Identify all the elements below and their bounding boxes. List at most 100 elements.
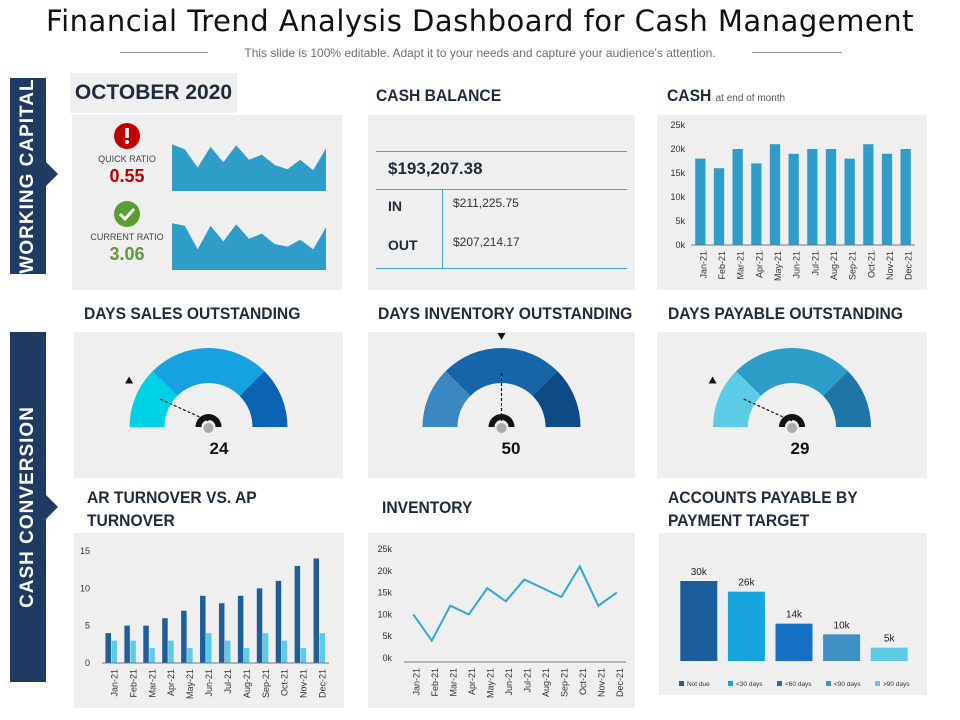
cash-bar <box>900 149 911 245</box>
working-capital-label: WORKING CAPITAL <box>17 78 38 274</box>
arap-ytick: 0 <box>85 658 90 668</box>
arap-bar <box>281 640 288 663</box>
cash-in-value: $211,225.75 <box>453 196 519 210</box>
ap-legend-swatch <box>728 681 733 686</box>
inv-xlabel: Mar-21 <box>448 668 458 697</box>
cash-xlabel: Jun-21 <box>792 251 802 279</box>
arap-bar <box>224 640 231 663</box>
arap-xlabel: Jan-21 <box>109 669 119 697</box>
ap-legend-label: <30 days <box>736 681 763 688</box>
working-capital-sidebar: WORKING CAPITAL <box>10 78 46 274</box>
inventory-title: INVENTORY <box>382 498 473 517</box>
subtitle-rule-right <box>752 52 842 53</box>
cash-chart-title: CASH <box>667 86 712 105</box>
inv-xlabel: Jun-21 <box>504 668 514 696</box>
ap-bar <box>775 623 813 661</box>
cash-chart-note: at end of month <box>715 93 786 104</box>
check-icon <box>114 201 140 227</box>
cash-in-label: IN <box>388 198 402 214</box>
quick-ratio-label: QUICK RATIO <box>98 154 156 164</box>
cash-xlabel: Sep-21 <box>848 251 858 280</box>
cash-xlabel: May-21 <box>773 251 783 281</box>
cash-conversion-label: CASH CONVERSION <box>17 406 38 608</box>
cash-ytick: 5k <box>675 216 685 226</box>
current-ratio-sparkline-area <box>172 223 326 270</box>
cash-balance-panel: $193,207.38 IN $211,225.75 OUT $207,214.… <box>368 115 635 290</box>
ap-bar-label: 26k <box>738 578 755 589</box>
working-capital-arrow <box>46 162 58 186</box>
arap-bar <box>181 610 187 663</box>
current-ratio-sparkline <box>172 223 326 270</box>
arap-ytick: 15 <box>80 546 90 556</box>
ar-ap-title: AR TURNOVER VS. AP TURNOVER <box>87 488 257 530</box>
ar-ap-bar-chart: 0 5 10 15 Jan-21 Feb-21 Mar-21 Apr-21 May-21 Jun-… <box>80 546 329 699</box>
alert-icon <box>114 123 140 149</box>
inv-ytick: 20k <box>377 566 392 576</box>
inv-xlabel: Aug-21 <box>541 668 551 697</box>
ratios-panel: QUICK RATIO 0.55 CURRENT RATIO 3.06 <box>72 115 342 290</box>
dio-value: 50 <box>501 439 521 458</box>
inv-xlabel: Jul-21 <box>522 668 532 693</box>
cash-xlabel: Oct-21 <box>866 251 876 278</box>
cash-xlabel: Mar-21 <box>736 251 746 280</box>
inv-xlabel: Dec-21 <box>615 668 625 697</box>
ap-bar <box>727 591 765 661</box>
gauge-pointer <box>497 333 506 340</box>
cash-balance-title: CASH BALANCE <box>376 86 502 105</box>
cash-ytick: 0k <box>675 240 685 250</box>
gauge-pointer <box>125 376 134 384</box>
period-label: OCTOBER 2020 <box>70 73 237 113</box>
arap-xlabel: Jul-21 <box>223 669 233 694</box>
ap-legend-swatch <box>826 681 831 686</box>
cash-bar <box>732 149 743 245</box>
cash-balance-rule-mid <box>376 189 627 190</box>
cash-balance-rule-bottom <box>376 268 627 269</box>
arap-xlabel: Jun-21 <box>204 669 214 697</box>
arap-bar <box>256 588 263 663</box>
cash-ytick: 10k <box>670 192 685 202</box>
arap-bar <box>275 580 282 663</box>
ap-legend-label: <90 days <box>834 681 861 688</box>
ap-target-panel: 30k 26k 14k 10k 5k Not due <30 days <60 days <90… <box>659 533 927 695</box>
cash-balance-rule-top <box>376 151 627 152</box>
inv-ytick: 10k <box>377 609 392 619</box>
arap-xlabel: Aug-21 <box>242 669 252 698</box>
ap-bar-label: 10k <box>834 620 851 631</box>
cash-out-label: OUT <box>388 237 418 253</box>
inv-xlabel: May-21 <box>485 668 495 698</box>
arap-xlabel: May-21 <box>185 669 195 699</box>
inv-xlabel: Feb-21 <box>430 668 440 697</box>
arap-bar <box>124 625 130 663</box>
ap-legend-label: Not due <box>687 681 710 688</box>
inv-ytick: 5k <box>382 631 392 641</box>
ap-bar-label: 14k <box>786 610 803 621</box>
ap-legend-label: >90 days <box>883 681 910 688</box>
arap-xlabel: Dec-21 <box>318 669 328 698</box>
cash-balance-divider <box>442 189 443 268</box>
arap-bar <box>313 558 320 663</box>
cash-xlabel: Dec-21 <box>904 251 914 280</box>
arap-bar <box>243 648 250 663</box>
arap-bar <box>111 640 117 663</box>
inv-ytick: 25k <box>377 544 392 554</box>
quick-ratio-sparkline-area <box>172 144 326 191</box>
dpo-value: 29 <box>790 439 810 458</box>
arap-xlabel: Feb-21 <box>128 669 138 698</box>
quick-ratio-sparkline <box>172 144 326 191</box>
inv-xlabel: Jan-21 <box>411 668 421 696</box>
arap-bar <box>168 640 174 663</box>
cash-bar <box>863 144 874 245</box>
arap-bar <box>200 595 206 663</box>
arap-bar <box>294 565 301 663</box>
arap-bar <box>149 648 155 663</box>
arap-bar <box>262 633 269 663</box>
gauge-hub-dot <box>787 423 797 433</box>
cash-bar <box>844 158 855 245</box>
cash-bar-chart: 0k 5k 10k 15k 20k 25k Jan-21 Feb-21 Mar-21 Apr-21… <box>670 120 915 281</box>
cash-conversion-sidebar: CASH CONVERSION <box>10 332 46 682</box>
current-ratio-label: CURRENT RATIO <box>90 232 164 242</box>
cash-xlabel: Nov-21 <box>885 251 895 280</box>
cash-bar <box>769 144 781 245</box>
cash-bar <box>695 158 706 245</box>
arap-bar <box>130 640 136 663</box>
